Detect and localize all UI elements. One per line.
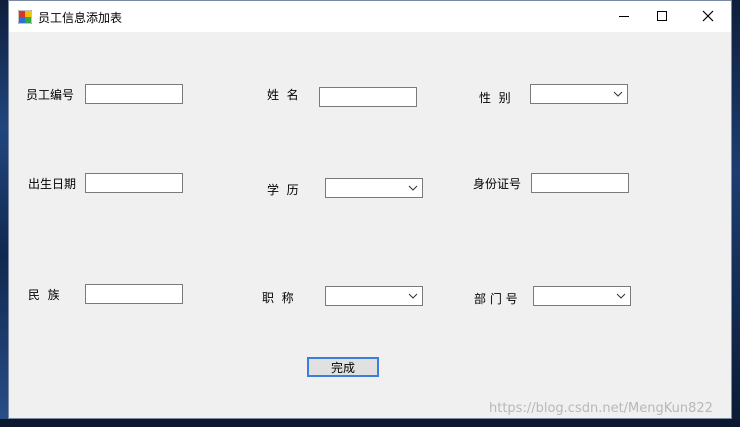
desktop-background-right [732,0,740,427]
minimize-icon [619,16,629,17]
name-input[interactable] [319,87,417,107]
name-label: 姓 名 [267,88,299,102]
title-bar[interactable]: 员工信息添加表 [9,1,731,32]
birth-date-input[interactable] [85,173,183,193]
title-dropdown[interactable] [325,286,423,306]
education-dropdown[interactable] [325,178,423,198]
done-button[interactable]: 完成 [307,357,379,377]
gender-dropdown[interactable] [530,84,628,104]
window-title: 员工信息添加表 [38,11,123,25]
maximize-button[interactable] [639,1,685,31]
watermark-text: https://blog.csdn.net/MengKun822 [489,401,713,416]
chevron-down-icon [408,293,418,299]
gender-label: 性 别 [479,91,511,105]
id-number-input[interactable] [531,173,629,193]
ethnicity-label: 民 族 [28,288,60,302]
education-label: 学 历 [267,183,299,197]
department-label: 部 门 号 [474,292,518,306]
employee-form-window: 员工信息添加表 员工编号 姓 名 性 别 出生日期 学 历 身份证号 民 族 职… [8,0,732,419]
title-label: 职 称 [262,291,294,305]
department-dropdown[interactable] [533,286,631,306]
desktop-background-left [0,0,8,427]
birth-date-label: 出生日期 [28,177,77,191]
id-number-label: 身份证号 [473,177,522,191]
employee-id-input[interactable] [85,84,183,104]
chevron-down-icon [408,185,418,191]
app-icon [18,10,32,24]
desktop-background-bottom [0,419,740,427]
chevron-down-icon [613,91,623,97]
employee-id-label: 员工编号 [26,88,75,102]
close-icon [702,10,714,22]
ethnicity-input[interactable] [85,284,183,304]
close-button[interactable] [685,1,731,31]
maximize-icon [657,11,667,21]
chevron-down-icon [616,293,626,299]
